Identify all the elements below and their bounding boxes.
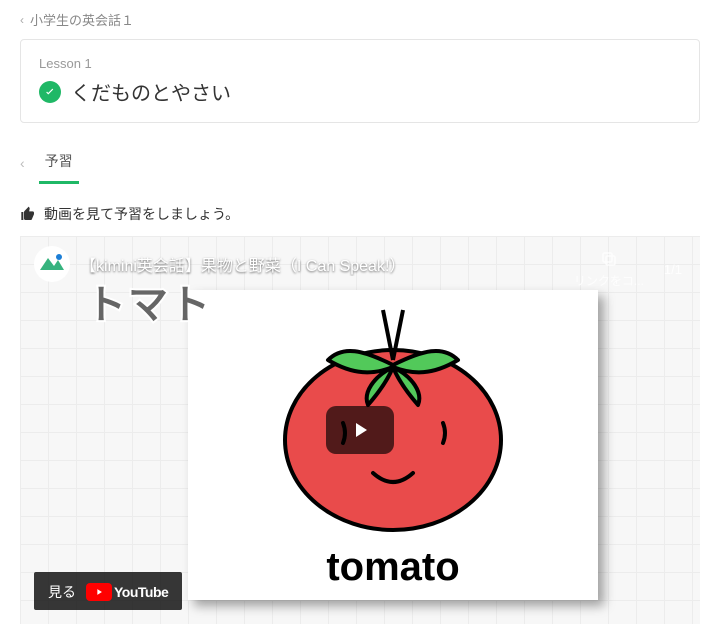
tab-preparation[interactable]: 予習 [39,141,79,184]
play-icon [348,418,372,442]
instruction-row: 動画を見て予習をしましょう。 [20,204,700,224]
katakana-overlay: トマト [86,272,212,330]
tabs: ‹ 予習 [20,141,700,184]
check-circle-icon [39,81,61,103]
lesson-number-label: Lesson 1 [39,56,681,71]
flashcard-word: tomato [188,545,598,590]
lesson-title: くだものとやさい [71,77,231,106]
youtube-logo-icon: YouTube [86,583,168,601]
video-embed[interactable]: tomato 【kimini英会話】果物と野菜（I Can Speak!） トマ… [20,236,700,624]
playlist-pager: 1/1 [664,250,682,277]
chevron-left-icon: ‹ [20,13,24,27]
copy-icon [600,250,618,268]
watch-label: 見る [48,582,76,602]
breadcrumb[interactable]: ‹ 小学生の英会話１ [20,10,700,29]
thumbs-up-icon [20,206,36,222]
tabs-prev-chevron-icon[interactable]: ‹ [20,155,25,171]
instruction-text: 動画を見て予習をしましょう。 [44,204,239,224]
channel-avatar-icon[interactable] [34,246,70,282]
breadcrumb-label: 小学生の英会話１ [30,10,134,29]
copy-link-button[interactable]: リンクをコ... [574,250,644,289]
lesson-card: Lesson 1 くだものとやさい [20,39,700,123]
watch-on-youtube-button[interactable]: 見る YouTube [34,572,182,610]
play-button[interactable] [326,406,394,454]
copy-link-label: リンクをコ... [574,272,644,289]
